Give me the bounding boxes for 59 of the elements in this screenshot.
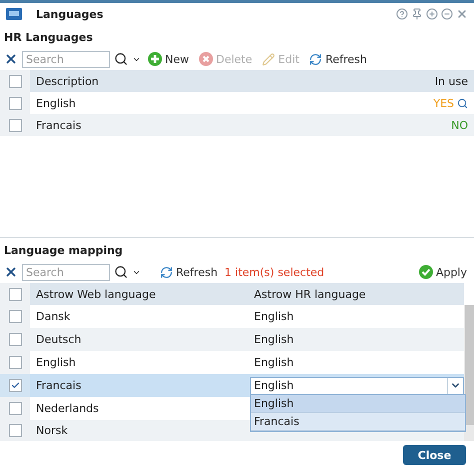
section-title: HR Languages — [3, 30, 94, 46]
dropdown-option[interactable]: English — [251, 395, 465, 413]
column-header: Description — [35, 74, 100, 88]
section-title: Language mapping — [3, 243, 124, 259]
checkbox[interactable] — [8, 288, 22, 300]
pin-icon[interactable] — [411, 8, 423, 20]
table-cell: YES — [400, 96, 474, 110]
close-button[interactable]: Close — [403, 445, 466, 465]
refresh-icon — [309, 52, 322, 66]
minimize-icon[interactable] — [441, 8, 453, 20]
search-icon[interactable] — [114, 265, 128, 279]
app-icon — [6, 8, 22, 20]
table-cell-text: Dansk — [35, 310, 72, 323]
toolbar-button[interactable]: Refresh — [306, 52, 370, 66]
column-header: Astrow Web language — [35, 288, 157, 300]
close-icon[interactable] — [456, 8, 468, 20]
check-icon — [10, 381, 20, 390]
clear-icon[interactable] — [4, 52, 18, 66]
table-cell-text: English — [253, 310, 295, 323]
check-icon — [418, 265, 433, 279]
column-header: Astrow HR language — [253, 288, 367, 300]
scrollbar[interactable] — [464, 305, 474, 441]
checkbox[interactable] — [8, 379, 22, 392]
window-title: Languages — [36, 8, 104, 20]
delete-icon — [199, 52, 213, 66]
table-cell-text: Nederlands — [35, 402, 100, 415]
pencil-icon — [262, 52, 276, 66]
refresh-button[interactable]: Refresh — [157, 266, 221, 278]
checkbox[interactable] — [8, 402, 22, 415]
table-cell-text: NO — [450, 118, 469, 132]
help-icon[interactable] — [396, 8, 408, 20]
checkbox[interactable] — [8, 310, 22, 323]
maximize-icon[interactable] — [426, 8, 438, 20]
column-header: In use — [434, 74, 469, 88]
table-cell-text: English — [253, 356, 295, 369]
table-cell-text: English — [35, 96, 77, 110]
checkbox[interactable] — [8, 356, 22, 369]
refresh-icon — [160, 266, 173, 278]
table-cell-text: Francais — [35, 118, 82, 132]
plus-icon — [148, 52, 162, 66]
checkbox[interactable] — [8, 118, 22, 132]
clear-icon[interactable] — [4, 265, 18, 279]
table-cell-text: English — [35, 356, 77, 369]
checkbox[interactable] — [8, 74, 22, 88]
dropdown-option[interactable]: Francais — [251, 413, 465, 431]
search-icon[interactable] — [114, 52, 128, 66]
search-field[interactable]: Search — [22, 264, 110, 280]
table-cell-text: Norsk — [35, 424, 69, 437]
table-cell-text: Deutsch — [35, 333, 82, 346]
toolbar-button[interactable]: New — [145, 52, 192, 66]
table-cell-text: Francais — [35, 379, 82, 392]
apply-button[interactable]: Apply — [416, 265, 470, 279]
table-cell-text: English — [253, 333, 295, 346]
search-field[interactable]: Search — [22, 50, 110, 68]
language-dropdown[interactable]: English — [250, 376, 464, 394]
checkbox[interactable] — [8, 424, 22, 437]
selection-count: 1 item(s) selected — [224, 266, 326, 278]
checkbox[interactable] — [8, 333, 22, 346]
checkbox[interactable] — [8, 96, 22, 110]
